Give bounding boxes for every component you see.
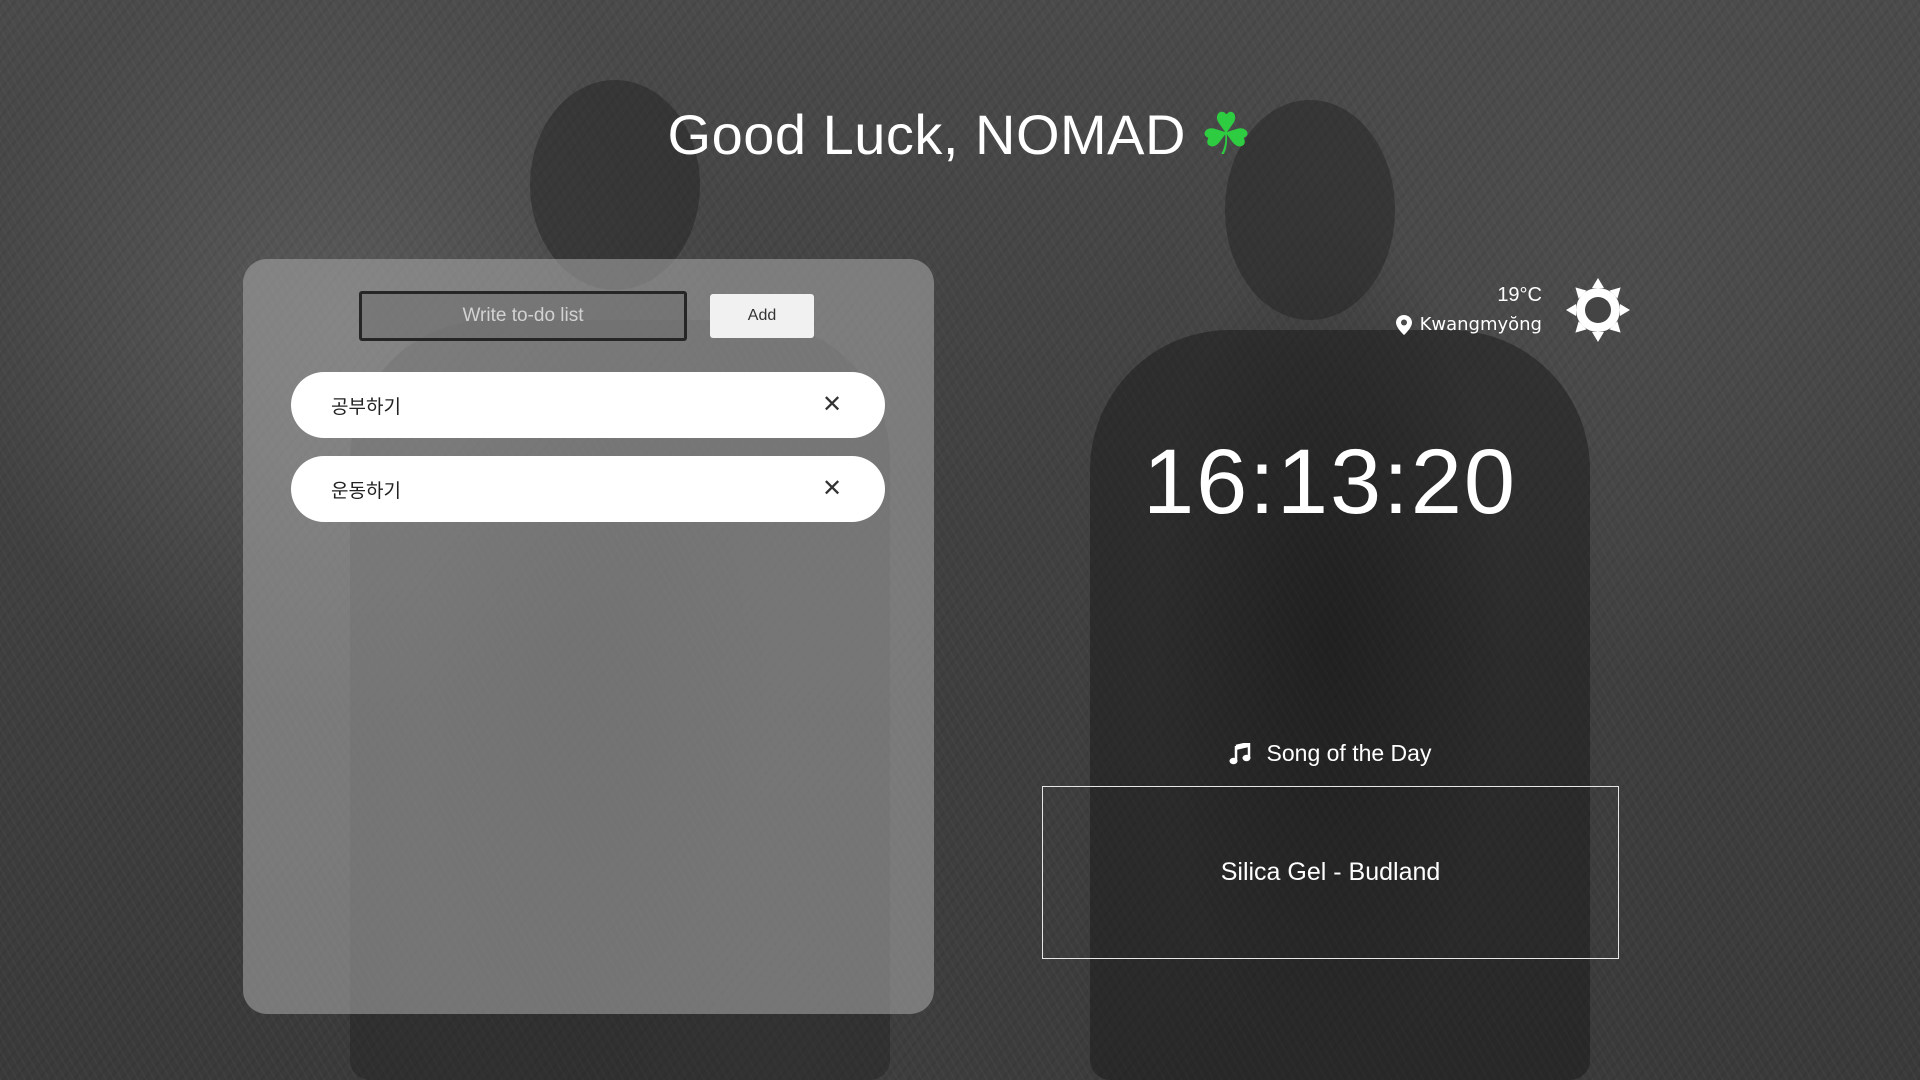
weather-location: Kwangmyŏng — [1395, 314, 1542, 335]
todo-list: 공부하기 ✕ 운동하기 ✕ — [291, 372, 885, 540]
clock: 16:13:20 — [1142, 431, 1518, 533]
greeting-text: Good Luck, NOMAD — [667, 103, 1186, 166]
todo-item-text: 운동하기 — [331, 479, 401, 502]
song-title: Silica Gel - Budland — [1220, 858, 1441, 886]
todo-input[interactable] — [359, 291, 687, 341]
weather-location-name: Kwangmyŏng — [1419, 314, 1542, 335]
todo-item-text: 공부하기 — [331, 395, 401, 418]
sun-icon — [1566, 278, 1630, 342]
todo-item: 공부하기 ✕ — [291, 372, 885, 438]
weather-widget: 19°C Kwangmyŏng — [1390, 278, 1630, 348]
delete-todo-button[interactable]: ✕ — [819, 476, 845, 502]
song-header-text: Song of the Day — [1266, 740, 1432, 766]
music-note-icon — [1229, 742, 1251, 764]
todo-form: Add — [359, 291, 814, 341]
todo-item: 운동하기 ✕ — [291, 456, 885, 522]
greeting-title: Good Luck, NOMAD ☘ — [0, 100, 1920, 168]
song-of-the-day-header: Song of the Day — [1040, 740, 1620, 767]
weather-temperature: 19°C — [1497, 284, 1542, 306]
todo-panel: Add 공부하기 ✕ 운동하기 ✕ — [243, 259, 934, 1014]
four-leaf-clover-icon: ☘ — [1199, 102, 1253, 167]
song-title-box: Silica Gel - Budland — [1042, 786, 1619, 959]
add-button[interactable]: Add — [710, 294, 814, 338]
map-pin-icon — [1395, 314, 1412, 335]
delete-todo-button[interactable]: ✕ — [819, 392, 845, 418]
